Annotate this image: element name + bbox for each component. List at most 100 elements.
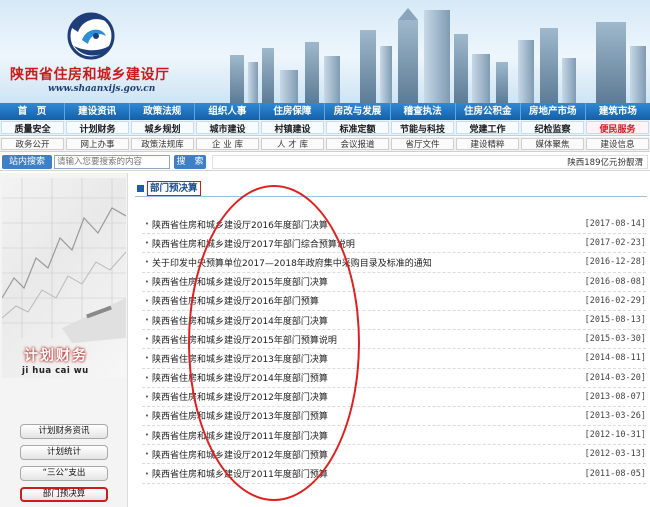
nav-third-online-service[interactable]: 网上办事 bbox=[66, 138, 129, 150]
nav-third-dept-documents[interactable]: 省厅文件 bbox=[391, 138, 454, 150]
city-skyline-image bbox=[230, 8, 646, 103]
nav-item-home[interactable]: 首 页 bbox=[0, 103, 66, 120]
list-item-date: [2012-10-31] bbox=[584, 430, 646, 441]
nav-item-housing-security[interactable]: 住房保障 bbox=[260, 103, 326, 120]
list-item[interactable]: • 陕西省住房和城乡建设厅2015年度部门决算 [2016-08-08] bbox=[142, 273, 646, 292]
bullet-icon: • bbox=[144, 354, 150, 363]
nav-item-inspection[interactable]: 稽查执法 bbox=[391, 103, 456, 120]
nav-sub-planning-finance[interactable]: 计划财务 bbox=[66, 121, 129, 134]
nav-item-construction-market[interactable]: 建筑市场 bbox=[586, 103, 650, 120]
list-item-date: [2014-03-20] bbox=[584, 372, 646, 383]
list-item[interactable]: • 陕西省住房和城乡建设厅2012年度部门预算 [2012-03-13] bbox=[142, 445, 646, 465]
list-item-title[interactable]: 关于印发中央预算单位2017—2018年政府集中采购目录及标准的通知 bbox=[152, 256, 568, 269]
sidebar-button-planning-stats[interactable]: 计划统计 bbox=[20, 445, 108, 460]
nav-item-provident-fund[interactable]: 住房公积金 bbox=[456, 103, 521, 120]
list-item-title[interactable]: 陕西省住房和城乡建设厅2012年度部门预算 bbox=[152, 448, 568, 461]
list-item[interactable]: • 陕西省住房和城乡建设厅2014年度部门预算 [2014-03-20] bbox=[142, 369, 646, 388]
nav-third-talent-db[interactable]: 人 才 库 bbox=[261, 138, 324, 150]
nav-sub-city-construction[interactable]: 城市建设 bbox=[196, 121, 259, 134]
list-item-date: [2011-08-05] bbox=[584, 468, 646, 479]
nav-item-policy[interactable]: 政策法规 bbox=[130, 103, 196, 120]
list-item[interactable]: • 陕西省住房和城乡建设厅2012年度部门决算 [2013-08-07] bbox=[142, 388, 646, 407]
nav-sub-village-construction[interactable]: 村镇建设 bbox=[261, 121, 324, 134]
search-button[interactable]: 搜 索 bbox=[174, 155, 206, 169]
list-item-title[interactable]: 陕西省住房和城乡建设厅2014年度部门预算 bbox=[152, 371, 568, 384]
bullet-icon: • bbox=[144, 277, 150, 286]
sidebar-button-three-public-expenses[interactable]: “三公”支出 bbox=[20, 466, 108, 481]
search-input[interactable] bbox=[54, 155, 170, 169]
list-item-title[interactable]: 陕西省住房和城乡建设厅2015年部门预算说明 bbox=[152, 333, 568, 346]
bullet-icon: • bbox=[144, 335, 150, 344]
nav-sub-public-service[interactable]: 便民服务 bbox=[586, 121, 649, 134]
nav-third-construction-info[interactable]: 建设信息 bbox=[586, 138, 649, 150]
list-item-title[interactable]: 陕西省住房和城乡建设厅2017年部门综合预算说明 bbox=[152, 237, 568, 250]
list-item-title[interactable]: 陕西省住房和城乡建设厅2013年度部门决算 bbox=[152, 352, 568, 365]
nav-sub-quality-safety[interactable]: 质量安全 bbox=[1, 121, 64, 134]
list-item[interactable]: • 陕西省住房和城乡建设厅2015年部门预算说明 [2015-03-30] bbox=[142, 330, 646, 350]
nav-third-gov-affairs[interactable]: 政务公开 bbox=[1, 138, 64, 150]
bullet-icon: • bbox=[144, 450, 150, 459]
secondary-navigation: 质量安全 计划财务 城乡规划 城市建设 村镇建设 标准定额 节能与科技 党建工作… bbox=[0, 120, 650, 136]
list-item-date: [2016-08-08] bbox=[584, 276, 646, 287]
sidebar: 计划财务 ji hua cai wu 计划财务资讯 计划统计 “三公”支出 部门… bbox=[0, 173, 128, 507]
nav-item-real-estate[interactable]: 房地产市场 bbox=[521, 103, 586, 120]
tertiary-navigation: 政务公开 网上办事 政策法规库 企 业 库 人 才 库 会议报道 省厅文件 建设… bbox=[0, 137, 650, 152]
nav-sub-party-work[interactable]: 党建工作 bbox=[456, 121, 519, 134]
search-bar: 站内搜索 搜 索 陕西189亿元扮靓渭 bbox=[0, 153, 650, 171]
logo-emblem-icon bbox=[67, 12, 115, 60]
nav-sub-energy-tech[interactable]: 节能与科技 bbox=[391, 121, 454, 134]
bullet-icon: • bbox=[144, 411, 150, 420]
list-item-date: [2013-08-07] bbox=[584, 391, 646, 402]
news-ticker[interactable]: 陕西189亿元扮靓渭 bbox=[212, 155, 648, 169]
nav-sub-standards[interactable]: 标准定额 bbox=[326, 121, 389, 134]
list-item-title[interactable]: 陕西省住房和城乡建设厅2016年度部门决算 bbox=[152, 218, 568, 231]
bullet-icon: • bbox=[144, 239, 150, 248]
list-item-date: [2017-08-14] bbox=[584, 219, 646, 230]
site-url: www.shaanxijs.gov.cn bbox=[48, 84, 156, 94]
list-item[interactable]: • 陕西省住房和城乡建设厅2014年度部门决算 [2015-08-13] bbox=[142, 311, 646, 331]
bullet-icon: • bbox=[144, 392, 150, 401]
list-item-date: [2014-08-11] bbox=[584, 353, 646, 364]
sidebar-pinyin: ji hua cai wu bbox=[22, 366, 89, 376]
list-item-title[interactable]: 陕西省住房和城乡建设厅2011年度部门预算 bbox=[152, 467, 568, 480]
main-navigation: 首 页 建设资讯 政策法规 组织人事 住房保障 房改与发展 稽查执法 住房公积金… bbox=[0, 103, 650, 120]
nav-item-news[interactable]: 建设资讯 bbox=[65, 103, 131, 120]
list-item-title[interactable]: 陕西省住房和城乡建设厅2011年度部门决算 bbox=[152, 429, 568, 442]
list-item[interactable]: • 陕西省住房和城乡建设厅2011年度部门预算 [2011-08-05] bbox=[142, 464, 646, 484]
list-item-title[interactable]: 陕西省住房和城乡建设厅2016年部门预算 bbox=[152, 294, 568, 307]
nav-third-media[interactable]: 媒体聚焦 bbox=[521, 138, 584, 150]
list-item-date: [2015-03-30] bbox=[584, 334, 646, 345]
nav-third-highlights[interactable]: 建设精粹 bbox=[456, 138, 519, 150]
list-item[interactable]: • 陕西省住房和城乡建设厅2016年度部门决算 [2017-08-14] bbox=[142, 215, 646, 235]
bullet-icon: • bbox=[144, 296, 150, 305]
nav-item-housing-reform[interactable]: 房改与发展 bbox=[325, 103, 391, 120]
nav-sub-discipline[interactable]: 纪检监察 bbox=[521, 121, 584, 134]
list-item[interactable]: • 陕西省住房和城乡建设厅2013年度部门决算 [2014-08-11] bbox=[142, 349, 646, 369]
nav-item-personnel[interactable]: 组织人事 bbox=[195, 103, 261, 120]
sidebar-button-dept-budget[interactable]: 部门预决算 bbox=[20, 487, 108, 502]
section-marker-icon bbox=[137, 185, 144, 192]
nav-third-enterprise-db[interactable]: 企 业 库 bbox=[196, 138, 259, 150]
list-item-date: [2013-03-26] bbox=[584, 410, 646, 421]
bullet-icon: • bbox=[144, 258, 150, 267]
list-item[interactable]: • 关于印发中央预算单位2017—2018年政府集中采购目录及标准的通知 [2016… bbox=[142, 253, 646, 273]
sidebar-button-finance-news[interactable]: 计划财务资讯 bbox=[20, 424, 108, 439]
nav-sub-urban-rural-planning[interactable]: 城乡规划 bbox=[131, 121, 194, 134]
list-item-title[interactable]: 陕西省住房和城乡建设厅2015年度部门决算 bbox=[152, 275, 568, 288]
site-header: 陕西省住房和城乡建设厅 www.shaanxijs.gov.cn bbox=[0, 0, 650, 103]
list-item-date: [2012-03-13] bbox=[584, 449, 646, 460]
sidebar-title: 计划财务 bbox=[24, 348, 88, 364]
news-list: • 陕西省住房和城乡建设厅2016年度部门决算 [2017-08-14] • 陕西省住房… bbox=[142, 215, 646, 484]
list-item[interactable]: • 陕西省住房和城乡建设厅2011年度部门决算 [2012-10-31] bbox=[142, 426, 646, 446]
list-item[interactable]: • 陕西省住房和城乡建设厅2013年度部门预算 [2013-03-26] bbox=[142, 407, 646, 427]
nav-third-meeting-reports[interactable]: 会议报道 bbox=[326, 138, 389, 150]
list-item-title[interactable]: 陕西省住房和城乡建设厅2014年度部门决算 bbox=[152, 314, 568, 327]
main-content: 部门预决算 • 陕西省住房和城乡建设厅2016年度部门决算 [2017-08-14]… bbox=[132, 173, 650, 507]
bullet-icon: • bbox=[144, 316, 150, 325]
list-item[interactable]: • 陕西省住房和城乡建设厅2016年部门预算 [2016-02-29] bbox=[142, 292, 646, 311]
section-title: 部门预决算 bbox=[147, 181, 201, 196]
list-item-title[interactable]: 陕西省住房和城乡建设厅2012年度部门决算 bbox=[152, 390, 568, 403]
list-item[interactable]: • 陕西省住房和城乡建设厅2017年部门综合预算说明 [2017-02-23] bbox=[142, 234, 646, 254]
nav-third-regulation-db[interactable]: 政策法规库 bbox=[131, 138, 194, 150]
list-item-title[interactable]: 陕西省住房和城乡建设厅2013年度部门预算 bbox=[152, 409, 568, 422]
